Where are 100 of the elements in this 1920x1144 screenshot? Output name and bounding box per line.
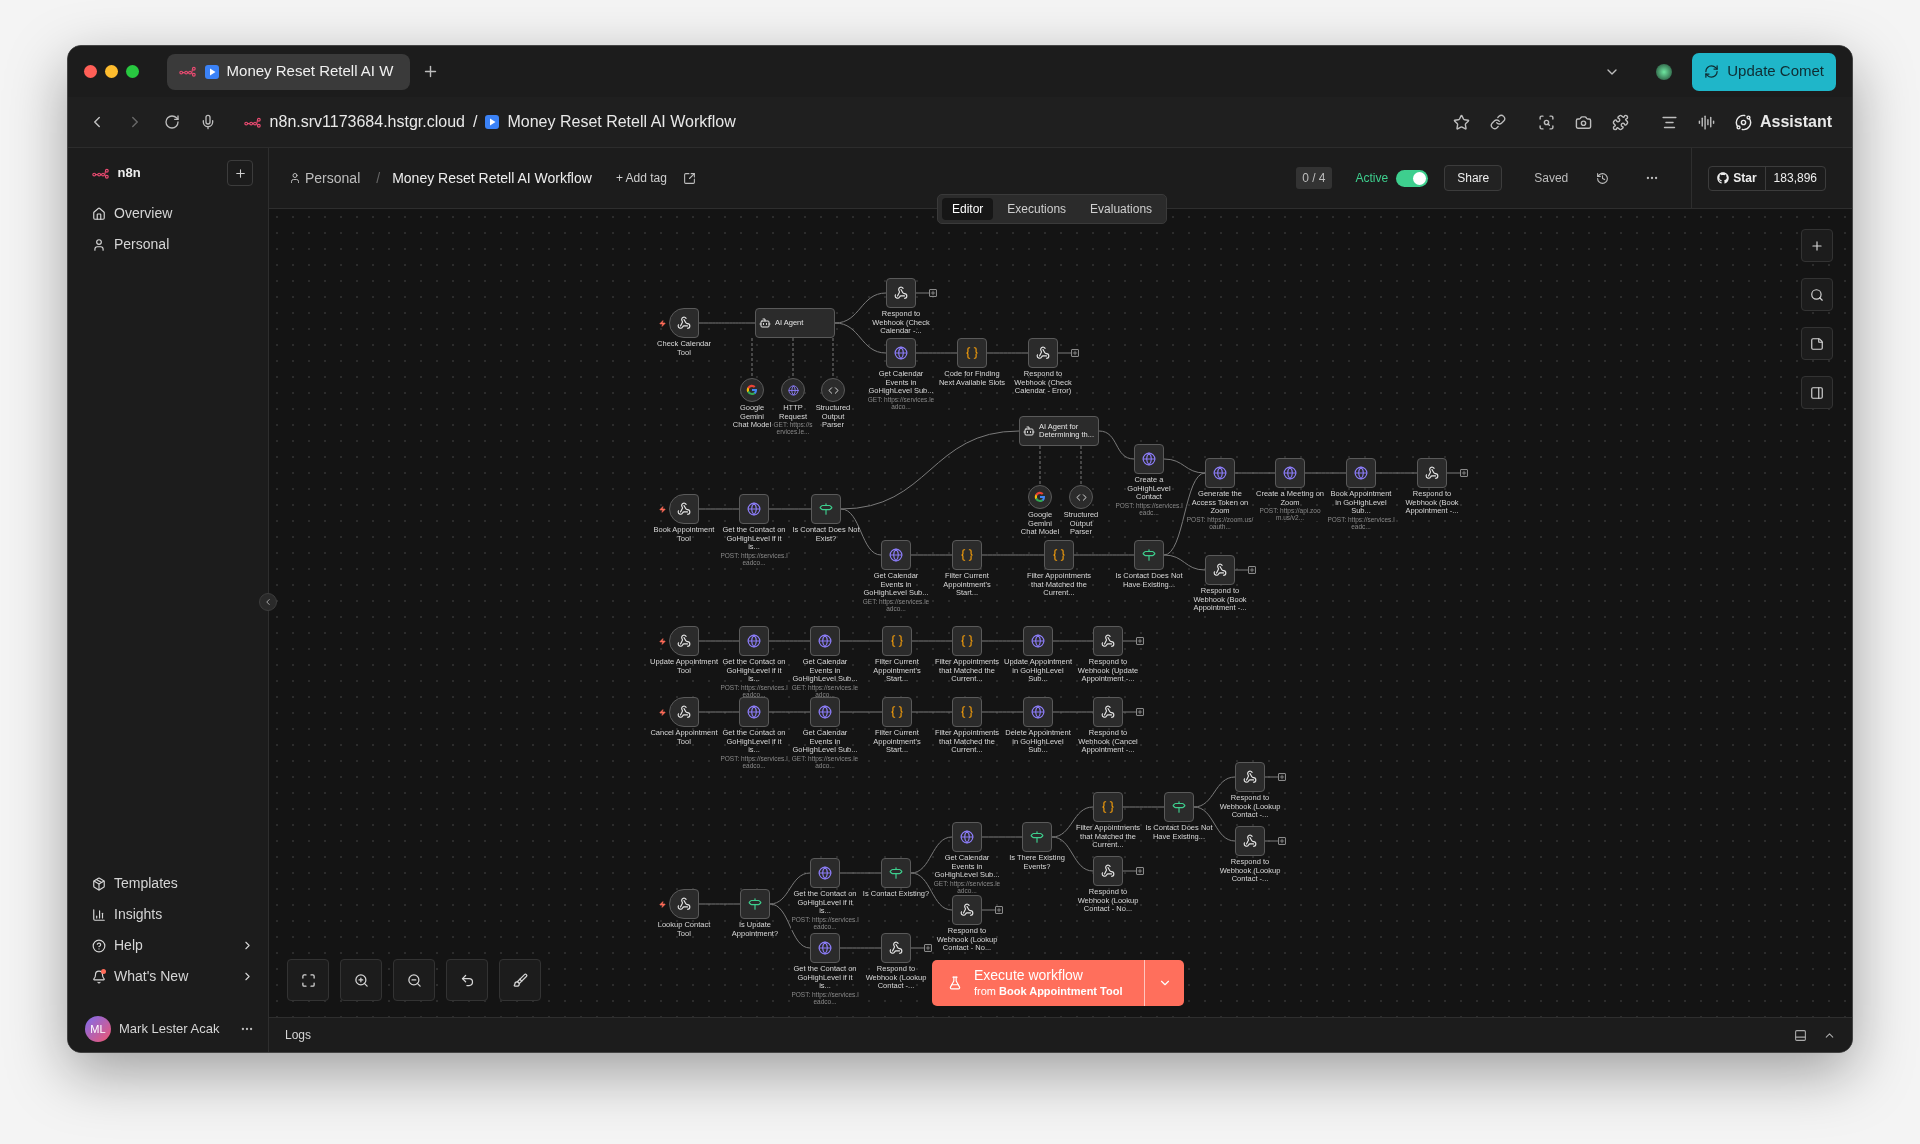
sub-node[interactable] [740,378,764,402]
add-node-button[interactable] [924,944,932,952]
workflow-node[interactable] [1093,697,1123,727]
sub-node[interactable] [1069,485,1093,509]
workflow-node[interactable] [952,626,982,656]
close-window-icon[interactable] [84,65,97,78]
workflow-node[interactable] [1093,626,1123,656]
workflow-node[interactable] [1235,826,1265,856]
add-node-button[interactable] [1071,349,1079,357]
workflow-node[interactable] [739,494,769,524]
workflow-node[interactable] [952,540,982,570]
add-tag-link[interactable]: + Add tag [615,169,667,187]
workflow-node[interactable] [1093,856,1123,886]
add-node-button[interactable] [1136,867,1144,875]
workflow-node[interactable] [1205,555,1235,585]
workflow-node[interactable] [1028,338,1058,368]
workflow-node[interactable] [1275,458,1305,488]
add-node-button[interactable] [929,289,937,297]
update-button[interactable]: Update Comet [1692,52,1836,91]
scan-search-icon[interactable] [1537,113,1555,131]
workflow-node[interactable] [1022,822,1052,852]
workflow-node[interactable] [886,278,916,308]
sub-node[interactable] [781,378,805,402]
workflow-node[interactable] [886,338,916,368]
workflow-node[interactable] [669,626,699,656]
external-link-icon[interactable] [682,171,696,185]
canvas-control-button[interactable] [287,959,329,1001]
workflow-node[interactable] [810,933,840,963]
workflow-node[interactable] [1134,540,1164,570]
reload-icon[interactable] [164,114,180,130]
extension-icon[interactable] [1656,63,1673,80]
history-icon[interactable] [1596,171,1610,185]
add-node-button[interactable] [1278,837,1286,845]
workflow-node[interactable] [952,895,982,925]
puzzle-icon[interactable] [1611,113,1629,131]
microphone-icon[interactable] [200,114,216,130]
sidebar-item[interactable]: Help [75,930,244,961]
canvas-tool-button[interactable] [1801,229,1833,262]
canvas-control-button[interactable] [340,959,382,1001]
workflow-node[interactable] [669,308,699,338]
url-host[interactable]: n8n.srv1173684.hstgr.cloud [269,110,465,134]
browser-tab[interactable]: Money Reset Retell AI W [167,53,410,90]
bookmark-star-icon[interactable] [1452,113,1470,131]
sidebar-item[interactable]: Insights [75,899,244,930]
canvas-control-button[interactable] [499,959,541,1001]
workflow-node[interactable] [1205,458,1235,488]
workflow-node[interactable] [1134,444,1164,474]
workflow-node[interactable] [810,697,840,727]
workflow-node[interactable] [882,626,912,656]
view-tab[interactable]: Editor [942,198,994,220]
sub-node[interactable] [1028,485,1052,509]
add-node-button[interactable] [1278,773,1286,781]
canvas-control-button[interactable] [393,959,435,1001]
workflow-node[interactable] [952,822,982,852]
canvas-tool-button[interactable] [1801,278,1833,311]
workflow-node[interactable] [957,338,987,368]
sidebar-item[interactable]: Overview [75,198,244,229]
workflow-node[interactable] [882,697,912,727]
sidebar-item[interactable]: Personal [75,229,244,260]
workflow-node[interactable] [669,889,699,919]
view-tab[interactable]: Executions [997,198,1077,220]
add-node-button[interactable] [1136,637,1144,645]
workflow-node[interactable] [1164,792,1194,822]
share-button[interactable]: Share [1444,165,1503,191]
workflow-node[interactable] [810,626,840,656]
logs-label[interactable]: Logs [285,1026,1794,1044]
workflow-node[interactable] [669,697,699,727]
new-tab-icon[interactable] [422,63,439,80]
audio-lines-icon[interactable] [1697,113,1715,131]
workflow-node[interactable] [1093,792,1123,822]
add-node-button[interactable] [1460,469,1468,477]
workflow-title[interactable]: Money Reset Retell AI Workflow [392,167,592,189]
workflow-node[interactable] [669,494,699,524]
workflow-node[interactable] [1023,697,1053,727]
workflow-node[interactable] [1235,762,1265,792]
add-node-button[interactable] [1248,566,1256,574]
canvas-control-button[interactable] [446,959,488,1001]
sidebar-item[interactable]: Templates [75,868,244,899]
panel-icon[interactable] [1794,1028,1807,1042]
view-tab[interactable]: Evaluations [1080,198,1163,220]
workflow-node[interactable] [881,540,911,570]
sub-node[interactable] [821,378,845,402]
workflow-node[interactable] [952,697,982,727]
active-toggle[interactable] [1396,169,1429,187]
workflow-node[interactable] [740,889,770,919]
create-button[interactable] [227,160,253,186]
canvas-tool-button[interactable] [1801,376,1833,409]
project-link[interactable]: Personal [305,167,361,189]
user-avatar[interactable]: ML [85,1016,111,1042]
workflow-node[interactable] [1346,458,1376,488]
assistant-button[interactable]: Assistant [1734,110,1832,134]
camera-icon[interactable] [1574,113,1592,131]
workflow-node[interactable] [1044,540,1074,570]
workflow-node[interactable] [881,933,911,963]
workflow-node[interactable] [881,858,911,888]
link-icon[interactable] [1489,114,1506,130]
workflow-node[interactable] [811,494,841,524]
sidebar-item[interactable]: What's New [75,961,244,992]
zoom-window-icon[interactable] [126,65,139,78]
workflow-node[interactable] [1417,458,1447,488]
